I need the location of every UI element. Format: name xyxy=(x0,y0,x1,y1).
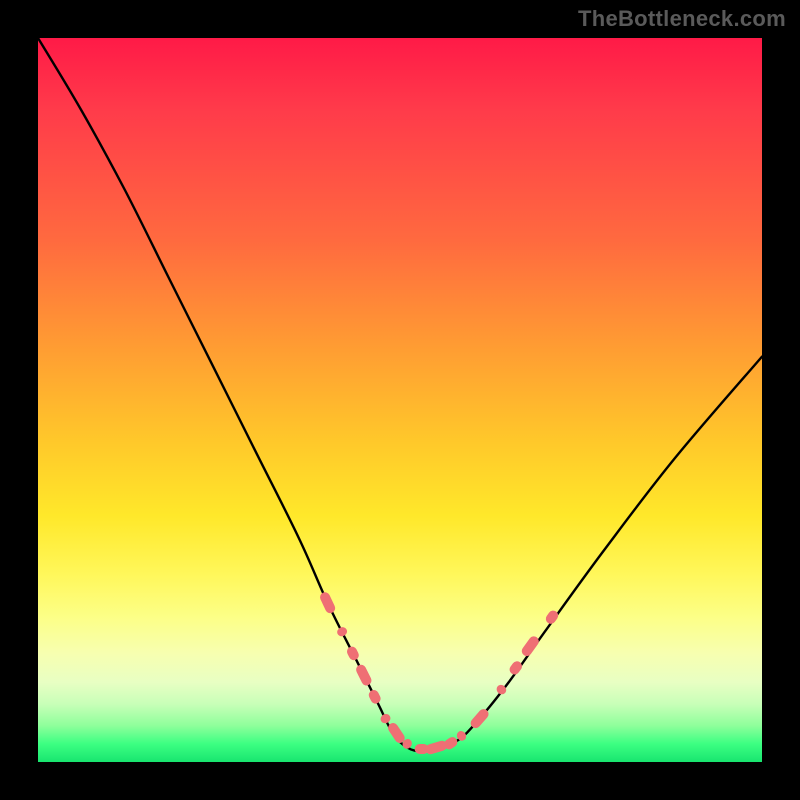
curve-marker xyxy=(379,712,392,725)
curve-marker xyxy=(336,625,349,637)
curve-marker xyxy=(544,609,560,626)
curve-marker xyxy=(367,688,382,705)
curve-marker xyxy=(318,591,336,615)
curve-markers-group xyxy=(318,591,560,756)
curve-marker xyxy=(354,663,373,687)
curve-marker xyxy=(345,645,360,662)
curve-line xyxy=(38,38,762,751)
curve-marker xyxy=(424,740,448,756)
chart-frame: TheBottleneck.com xyxy=(0,0,800,800)
watermark-text: TheBottleneck.com xyxy=(578,6,786,32)
curve-marker xyxy=(520,634,541,658)
curve-marker xyxy=(508,659,524,676)
bottleneck-curve xyxy=(38,38,762,762)
plot-area xyxy=(38,38,762,762)
